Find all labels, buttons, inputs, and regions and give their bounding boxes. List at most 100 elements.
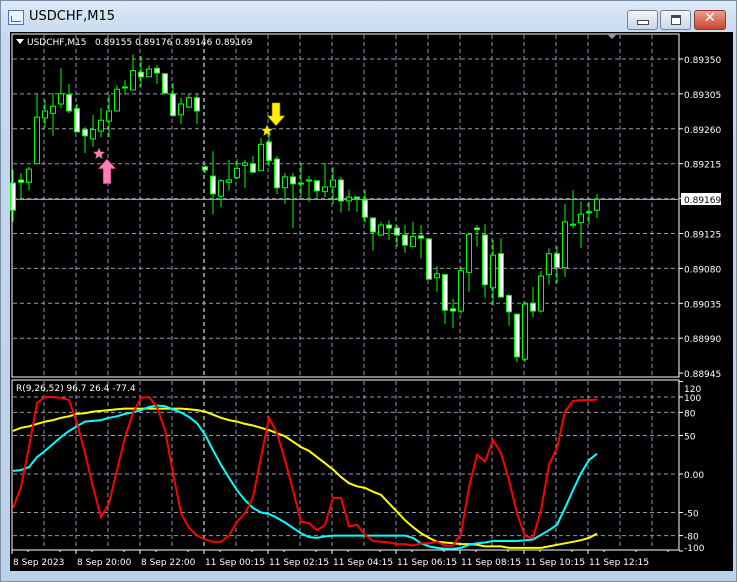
indicator-axis: 12010080500.00-50-80-100 — [679, 381, 705, 554]
candle-body-bull — [546, 253, 552, 276]
candle — [538, 270, 544, 313]
candle-body-bull — [114, 88, 120, 112]
candle-body-bull — [186, 97, 192, 108]
candle-body-bull — [330, 179, 336, 188]
candle — [90, 114, 96, 147]
candle — [210, 151, 216, 215]
candle — [98, 107, 104, 138]
price-label: 0.89125 — [684, 231, 721, 241]
candle — [322, 162, 328, 198]
candle-body-bull — [378, 224, 384, 236]
candle-body-bear — [210, 175, 216, 195]
candle — [434, 266, 440, 292]
candle-body-bull — [42, 110, 48, 119]
candle-body-bear — [338, 179, 344, 202]
candle — [170, 83, 176, 118]
candle — [402, 224, 408, 253]
candle-body-bear — [554, 253, 560, 269]
candle-body-bear — [170, 93, 176, 117]
candle — [498, 238, 504, 298]
candle-body-bear — [354, 196, 360, 200]
candle — [546, 248, 552, 285]
candle-body-bear — [18, 179, 24, 183]
candle-body-bear — [138, 71, 144, 78]
candle-body-bear — [74, 108, 80, 133]
time-label: 11 Sep 10:15 — [525, 558, 585, 568]
candle-body-bull — [58, 93, 64, 105]
candle — [290, 173, 296, 229]
candle-body-bull — [586, 211, 592, 214]
candle-body-bull — [538, 275, 544, 312]
signals — [92, 102, 286, 185]
candle-body-bull — [218, 180, 224, 197]
candle — [506, 293, 512, 326]
candle-body-bull — [306, 179, 312, 182]
time-label: 11 Sep 04:15 — [333, 558, 393, 568]
candle — [242, 159, 248, 188]
candle — [458, 266, 464, 315]
sell-arrow-down-icon — [266, 102, 286, 127]
candle — [154, 65, 160, 84]
candle — [130, 54, 136, 91]
candle — [18, 173, 24, 201]
indicator-label: -50 — [684, 510, 699, 520]
candle-body-bull — [226, 179, 232, 183]
candle-body-bull — [562, 221, 568, 269]
time-label: 8 Sep 22:00 — [141, 558, 196, 568]
candle — [394, 224, 400, 247]
candle — [338, 176, 344, 213]
candle-body-bull — [570, 223, 576, 226]
candle-body-bull — [90, 129, 96, 140]
candle-body-bear — [274, 158, 280, 189]
candle — [74, 103, 80, 133]
candle-body-bear — [394, 227, 400, 236]
indicator-label: 0.00 — [684, 471, 704, 481]
candle — [306, 176, 312, 202]
candle — [258, 138, 264, 172]
chart-canvas[interactable]: USDCHF,M15 0.89155 0.89176 0.89146 0.891… — [0, 0, 737, 582]
candle — [162, 72, 168, 95]
chart-shift-marker-icon[interactable] — [607, 34, 617, 39]
candle-body-bear — [418, 235, 424, 239]
candle — [146, 65, 152, 78]
price-label: 0.88945 — [684, 370, 721, 380]
price-label: 0.89260 — [684, 126, 721, 136]
candle-body-bear — [474, 227, 480, 231]
candle — [122, 79, 128, 95]
candle-body-bear — [298, 182, 304, 185]
candle — [586, 201, 592, 225]
candle-body-bull — [322, 186, 328, 193]
candle-body-bear — [506, 295, 512, 313]
candle-body-bull — [50, 105, 56, 114]
candle — [234, 159, 240, 180]
time-label: 8 Sep 20:00 — [77, 558, 132, 568]
candle — [482, 224, 488, 298]
indicator-pane-border — [11, 379, 680, 551]
candle-body-bull — [346, 196, 352, 202]
candle — [474, 224, 480, 247]
candle — [82, 127, 88, 153]
candle-body-bear — [266, 141, 272, 162]
header-ohlc: 0.89155 0.89176 0.89146 0.89169 — [95, 38, 253, 48]
candle-body-bear — [482, 234, 488, 286]
candle — [370, 217, 376, 251]
candle-body-bear — [10, 182, 16, 211]
candle — [250, 155, 256, 174]
time-label: 11 Sep 08:15 — [461, 558, 521, 568]
candle — [106, 94, 112, 138]
candle-body-bull — [26, 168, 32, 183]
candle-body-bear — [122, 86, 128, 89]
candle-body-bull — [458, 270, 464, 312]
candle-body-bear — [530, 302, 536, 312]
candle — [426, 238, 432, 280]
candle-body-bull — [490, 254, 496, 289]
candle-body-bull — [466, 233, 472, 273]
candle — [490, 239, 496, 306]
candle — [10, 169, 16, 222]
chart-menu-triangle-icon[interactable] — [16, 39, 24, 44]
candle — [138, 55, 144, 87]
candle — [42, 100, 48, 128]
candle — [34, 93, 40, 165]
candle — [386, 220, 392, 240]
candle-body-bear — [314, 180, 320, 192]
